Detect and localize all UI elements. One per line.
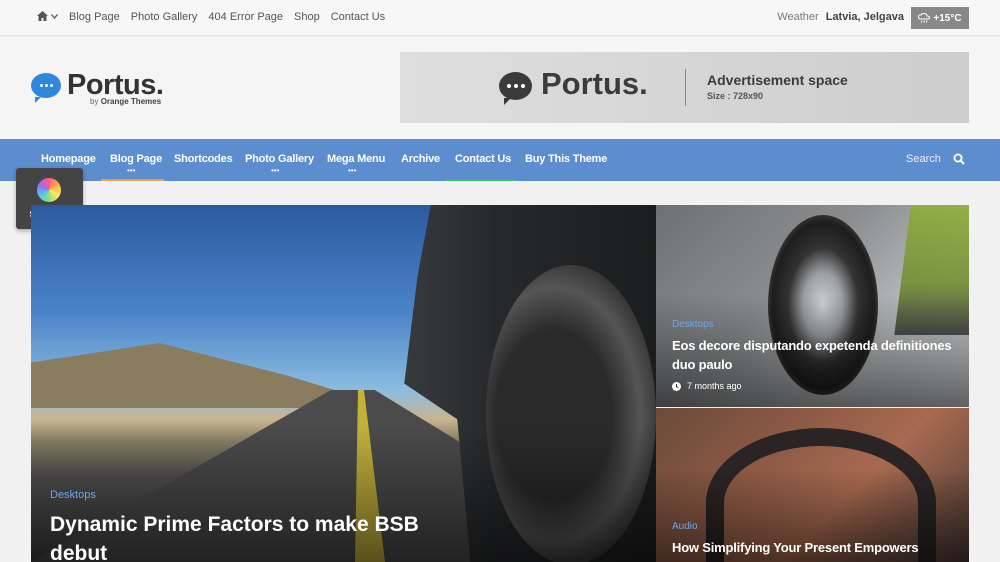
featured-post-category[interactable]: Desktops [50,489,96,501]
weather-location: Latvia, Jelgava [825,11,904,23]
ad-title: Advertisement space [707,72,848,88]
search-icon[interactable] [953,153,965,165]
featured-post-title[interactable]: Dynamic Prime Factors to make BSB debut [50,510,440,562]
nav-contact-us[interactable]: Contact Us [455,153,511,165]
color-palette-icon [37,178,61,202]
toplink-shop[interactable]: Shop [294,11,320,23]
hero-image-hill [31,343,351,408]
top-links: Blog Page Photo Gallery 404 Error Page S… [69,11,385,23]
submenu-dots-icon: ••• [348,166,357,175]
chat-bubble-icon [31,73,61,103]
side-post-card[interactable]: Desktops Eos decore disputando expetenda… [656,205,969,407]
temperature-value: +15°C [933,12,962,24]
clock-icon [672,381,681,391]
nav-buy-this-theme[interactable]: Buy This Theme [525,153,607,165]
advertisement-banner[interactable]: Portus. Advertisement space Size : 728x9… [400,52,969,123]
cloud-rain-icon [918,13,931,23]
ad-chat-bubble-icon [499,72,532,105]
nav-active-underline [101,179,164,181]
side-post-time: 7 months ago [672,381,742,391]
toplink-404-error-page[interactable]: 404 Error Page [208,11,283,23]
chevron-down-icon [51,13,58,19]
site-header: Portus. by Orange Themes Portus. Adverti… [0,37,1000,139]
side-post-time-text: 7 months ago [687,381,742,391]
side-post-category[interactable]: Audio [672,521,698,532]
side-post-title[interactable]: How Simplifying Your Present Empowers [672,538,962,557]
nav-contact-underline [446,179,516,181]
main-navigation: Homepage Blog Page ••• Shortcodes Photo … [0,139,1000,181]
logo-company: Orange Themes [100,97,162,106]
side-post-card[interactable]: Audio How Simplifying Your Present Empow… [656,408,969,562]
toplink-blog-page[interactable]: Blog Page [69,11,120,23]
nav-shortcodes[interactable]: Shortcodes [174,153,233,165]
nav-photo-gallery[interactable]: Photo Gallery [245,153,314,165]
toplink-contact-us[interactable]: Contact Us [331,11,385,23]
home-menu[interactable] [37,11,58,21]
ad-divider [685,69,686,106]
toplink-photo-gallery[interactable]: Photo Gallery [131,11,198,23]
weather-info: Weather Latvia, Jelgava [777,11,904,23]
side-post-category[interactable]: Desktops [672,319,714,330]
nav-archive[interactable]: Archive [401,153,440,165]
temperature-badge[interactable]: +15°C [911,7,969,29]
nav-blog-page[interactable]: Blog Page [110,153,162,165]
nav-mega-menu[interactable]: Mega Menu [327,153,385,165]
logo-by: by [90,97,99,106]
weather-label: Weather [777,11,819,23]
submenu-dots-icon: ••• [127,166,136,175]
ad-size: Size : 728x90 [707,91,764,101]
top-bar: Blog Page Photo Gallery 404 Error Page S… [0,0,1000,36]
home-icon [37,11,48,21]
featured-post[interactable]: Desktops Dynamic Prime Factors to make B… [31,205,656,562]
submenu-dots-icon: ••• [271,166,280,175]
side-post-title[interactable]: Eos decore disputando expetenda definiti… [672,336,962,374]
nav-search-label[interactable]: Search [906,153,941,165]
nav-homepage[interactable]: Homepage [41,153,96,165]
ad-brand: Portus. [541,66,648,101]
logo-tagline: by Orange Themes [90,97,161,106]
